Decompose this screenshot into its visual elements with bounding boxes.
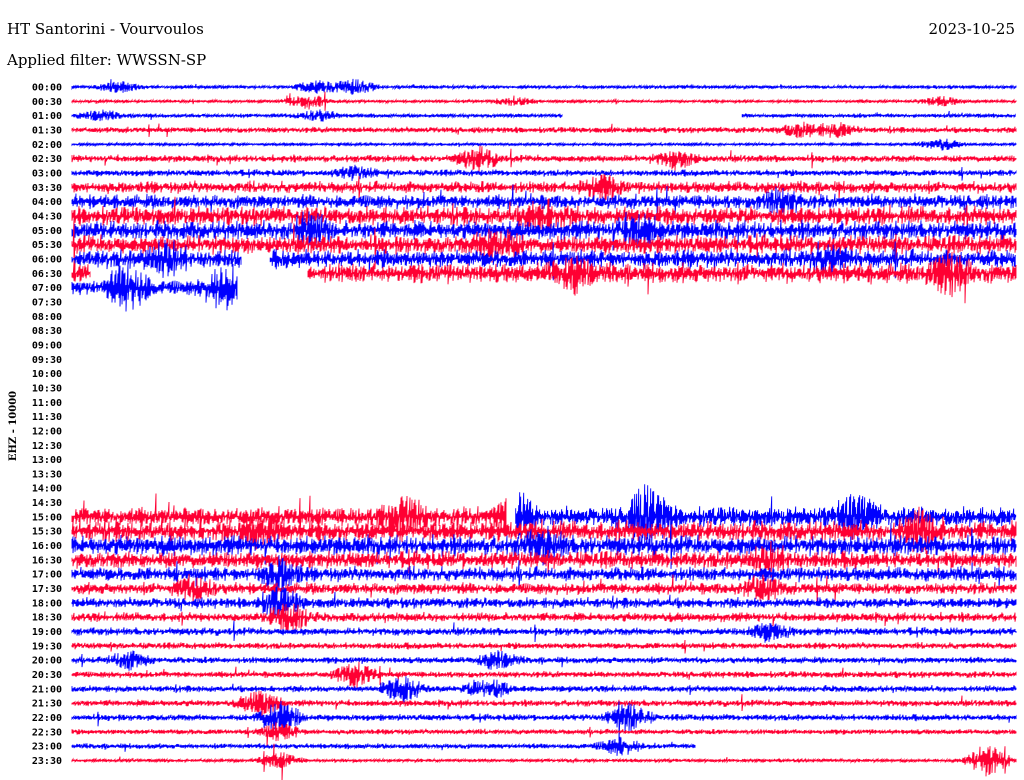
time-label: 11:30 bbox=[32, 412, 62, 423]
trace-row-2300 bbox=[71, 736, 696, 756]
time-label: 13:00 bbox=[32, 455, 62, 466]
time-label: 12:30 bbox=[32, 441, 62, 452]
time-label: 23:00 bbox=[32, 742, 62, 753]
time-label: 08:00 bbox=[32, 312, 62, 323]
time-label: 18:30 bbox=[32, 613, 62, 624]
trace-row-2200 bbox=[71, 700, 1017, 742]
time-label: 22:00 bbox=[32, 713, 62, 724]
trace-row-2030 bbox=[71, 661, 1017, 689]
time-label: 10:30 bbox=[32, 383, 62, 394]
time-label: 07:00 bbox=[32, 283, 62, 294]
time-label: 22:30 bbox=[32, 727, 62, 738]
trace-row-1830 bbox=[71, 603, 1017, 633]
time-label: 15:30 bbox=[32, 527, 62, 538]
time-label: 05:30 bbox=[32, 240, 62, 251]
time-label: 03:30 bbox=[32, 183, 62, 194]
trace-row-2100 bbox=[71, 676, 1017, 703]
time-label: 08:30 bbox=[32, 326, 62, 337]
time-label: 13:30 bbox=[32, 469, 62, 480]
trace-row-0200 bbox=[71, 138, 1017, 151]
time-label: 01:00 bbox=[32, 111, 62, 122]
time-label: 18:00 bbox=[32, 598, 62, 609]
time-label: 23:30 bbox=[32, 756, 62, 767]
y-axis-label: EHZ - 10000 bbox=[8, 391, 19, 461]
time-label: 06:00 bbox=[32, 254, 62, 265]
time-label: 06:30 bbox=[32, 269, 62, 280]
time-label: 00:00 bbox=[32, 83, 62, 94]
time-label: 02:30 bbox=[32, 154, 62, 165]
traces bbox=[71, 78, 1017, 780]
time-label: 02:00 bbox=[32, 140, 62, 151]
trace-row-0030 bbox=[71, 91, 1017, 111]
trace-row-0100 bbox=[71, 109, 563, 122]
trace-row-0700 bbox=[71, 262, 238, 312]
helicorder-plot: 00:00 00:30 01:00 01:30 02:00 02:30 03:00 03:30… bbox=[8, 78, 1017, 780]
time-label: 17:00 bbox=[32, 570, 62, 581]
time-label: 15:00 bbox=[32, 512, 62, 523]
trace-row-0230 bbox=[71, 145, 1017, 172]
time-label: 04:00 bbox=[32, 197, 62, 208]
time-label: 03:00 bbox=[32, 168, 62, 179]
trace-row-2230 bbox=[71, 722, 1017, 747]
time-label: 19:30 bbox=[32, 641, 62, 652]
trace-row-0130 bbox=[71, 121, 1017, 139]
time-label: 04:30 bbox=[32, 211, 62, 222]
time-label: 00:30 bbox=[32, 97, 62, 108]
time-label: 12:00 bbox=[32, 426, 62, 437]
time-labels: 00:00 00:30 01:00 01:30 02:00 02:30 03:00 03:30… bbox=[32, 83, 62, 768]
time-label: 05:00 bbox=[32, 226, 62, 237]
trace-row-2000 bbox=[71, 650, 1017, 671]
trace-row-2130 bbox=[71, 690, 1017, 718]
time-label: 17:30 bbox=[32, 584, 62, 595]
time-label: 14:00 bbox=[32, 484, 62, 495]
time-label: 14:30 bbox=[32, 498, 62, 509]
trace-row-0100 bbox=[741, 110, 1016, 120]
trace-row-0300 bbox=[71, 164, 1017, 181]
trace-row-2330 bbox=[71, 743, 1017, 780]
time-label: 09:30 bbox=[32, 355, 62, 366]
time-label: 21:00 bbox=[32, 684, 62, 695]
trace-row-0000 bbox=[71, 78, 1017, 95]
time-label: 07:30 bbox=[32, 297, 62, 308]
time-label: 20:30 bbox=[32, 670, 62, 681]
time-label: 20:00 bbox=[32, 656, 62, 667]
trace-row-1930 bbox=[71, 639, 1017, 654]
time-label: 16:30 bbox=[32, 555, 62, 566]
trace-row-0630 bbox=[71, 262, 91, 282]
time-label: 16:00 bbox=[32, 541, 62, 552]
time-label: 11:00 bbox=[32, 398, 62, 409]
time-label: 09:00 bbox=[32, 340, 62, 351]
time-label: 01:30 bbox=[32, 125, 62, 136]
time-label: 21:30 bbox=[32, 699, 62, 710]
time-label: 10:00 bbox=[32, 369, 62, 380]
trace-row-1900 bbox=[71, 620, 1017, 643]
time-label: 19:00 bbox=[32, 627, 62, 638]
